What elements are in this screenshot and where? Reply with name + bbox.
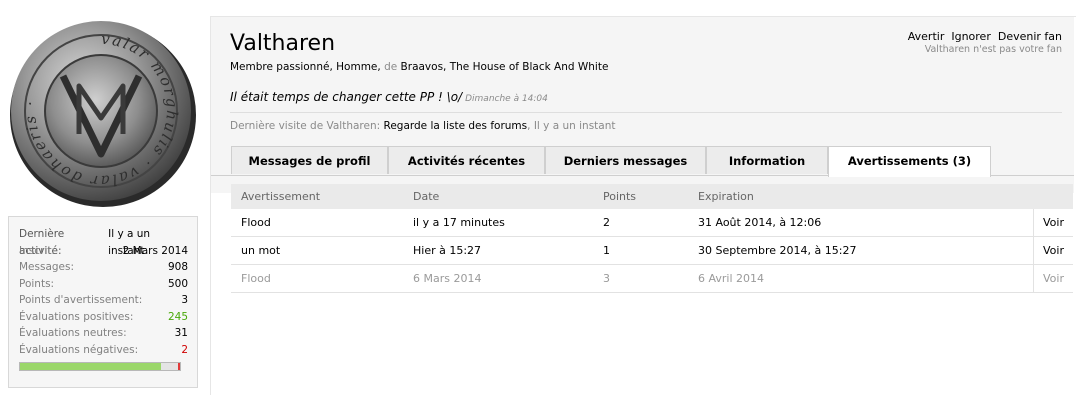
- stat-value: Il y a un instant: [108, 228, 151, 257]
- view-warning-link[interactable]: Voir: [1033, 237, 1073, 264]
- stat-label: Dernière activité:: [19, 228, 65, 257]
- stat-warning-points: Points d'avertissement: 3: [19, 292, 188, 309]
- avatar[interactable]: valar morghulis · valar dohaeris ·: [5, 14, 198, 209]
- member-subline: Membre passionné, Homme, de Braavos, The…: [230, 61, 609, 73]
- warning-points: 3: [603, 272, 610, 285]
- member-stats-panel: Dernière activité: Il y a un instant Ins…: [8, 216, 198, 388]
- warning-date: Hier à 15:27: [413, 244, 482, 257]
- last-visit: Dernière visite de Valtharen: Regarde la…: [230, 120, 616, 132]
- stat-value: 2 Mars 2014: [122, 244, 188, 257]
- status-message: Il était temps de changer cette PP ! \o/…: [230, 90, 548, 104]
- tab-recent-activity[interactable]: Activités récentes: [388, 146, 545, 174]
- warning-reason: Flood: [241, 216, 271, 229]
- stat-positive-ratings: Évaluations positives: 245: [19, 309, 188, 326]
- stat-messages: Messages: 908: [19, 259, 188, 276]
- warning-expiration: 31 Août 2014, à 12:06: [698, 216, 822, 229]
- warn-link[interactable]: Avertir: [908, 30, 945, 43]
- view-warning-link[interactable]: Voir: [1033, 265, 1073, 292]
- stat-last-activity: Dernière activité: Il y a un instant: [19, 226, 188, 257]
- stat-label: Messages:: [19, 261, 75, 273]
- stat-value: 2: [181, 343, 188, 356]
- ignore-link[interactable]: Ignorer: [951, 30, 991, 43]
- tab-profile-posts[interactable]: Messages de profil: [231, 146, 388, 174]
- profile-actions: Avertir Ignorer Devenir fan Valtharen n'es…: [901, 30, 1062, 55]
- stat-neutral-ratings: Évaluations neutres: 31: [19, 325, 188, 342]
- warning-points: 1: [603, 244, 610, 257]
- stat-label: Inscrit:: [19, 244, 55, 257]
- stat-value: 3: [181, 294, 188, 306]
- become-fan-link[interactable]: Devenir fan: [998, 30, 1062, 43]
- stat-label: Évaluations positives:: [19, 310, 134, 323]
- warning-expiration: 6 Avril 2014: [698, 272, 765, 285]
- profile-header: Valtharen Membre passionné, Homme, de Br…: [211, 17, 1074, 193]
- from-word: de: [384, 61, 398, 73]
- stat-negative-ratings: Évaluations négatives: 2: [19, 342, 188, 359]
- status-time[interactable]: Dimanche à 14:04: [465, 94, 548, 104]
- stat-label: Points:: [19, 277, 55, 290]
- member-location[interactable]: Braavos: [401, 61, 444, 73]
- column-header-expiration: Expiration: [698, 190, 754, 203]
- status-text: Il était temps de changer cette PP ! \o/: [230, 90, 463, 104]
- warning-date: 6 Mars 2014: [413, 272, 482, 285]
- stat-points: Points: 500: [19, 276, 188, 293]
- page-title: Valtharen: [230, 31, 336, 56]
- stat-value: 31: [174, 327, 188, 339]
- column-header-date: Date: [413, 190, 440, 203]
- last-visit-label: Dernière visite de Valtharen:: [230, 120, 381, 132]
- profile-main: Valtharen Membre passionné, Homme, de Br…: [210, 16, 1076, 395]
- warning-reason: un mot: [241, 244, 281, 257]
- stat-value: 245: [167, 310, 188, 323]
- rating-ratio-positive: [20, 363, 161, 370]
- stat-value[interactable]: 908: [168, 259, 188, 276]
- warning-reason: Flood: [241, 272, 271, 285]
- last-visit-activity[interactable]: Regarde la liste des forums: [384, 120, 528, 132]
- stat-joined: Inscrit: 2 Mars 2014: [19, 243, 188, 260]
- stat-label: Évaluations neutres:: [19, 327, 127, 339]
- table-row: un mot Hier à 15:27 1 30 Septembre 2014,…: [231, 237, 1073, 265]
- table-row: Flood 6 Mars 2014 3 6 Avril 2014 Voir: [231, 265, 1073, 293]
- rating-ratio-bar: [19, 362, 181, 371]
- column-header-points: Points: [603, 190, 637, 203]
- stat-label: Points d'avertissement:: [19, 294, 143, 306]
- tab-information[interactable]: Information: [706, 146, 828, 174]
- warning-date: il y a 17 minutes: [413, 216, 505, 229]
- stat-value[interactable]: 500: [168, 276, 188, 293]
- tab-postings[interactable]: Derniers messages: [545, 146, 706, 174]
- last-visit-time: Il y a un instant: [533, 120, 616, 132]
- member-house: The House of Black And White: [449, 61, 609, 73]
- warning-expiration: 30 Septembre 2014, à 15:27: [698, 244, 857, 257]
- stat-label: Évaluations négatives:: [19, 343, 139, 356]
- column-header-actions: [1033, 184, 1073, 209]
- member-title: Membre passionné: [230, 61, 330, 73]
- table-header: Avertissement Date Points Expiration: [231, 184, 1073, 209]
- column-header-warning: Avertissement: [241, 190, 321, 203]
- tab-warnings[interactable]: Avertissements (3): [828, 146, 991, 177]
- divider: [230, 112, 1062, 113]
- fan-status-note: Valtharen n'est pas votre fan: [924, 44, 1062, 55]
- warnings-table: Avertissement Date Points Expiration Flo…: [231, 184, 1073, 293]
- rating-ratio-negative: [178, 363, 180, 370]
- view-warning-link[interactable]: Voir: [1033, 209, 1073, 236]
- warning-points: 2: [603, 216, 610, 229]
- table-row: Flood il y a 17 minutes 2 31 Août 2014, …: [231, 209, 1073, 237]
- member-gender: Homme: [336, 61, 378, 73]
- coin-avatar-image: valar morghulis · valar dohaeris ·: [10, 21, 196, 207]
